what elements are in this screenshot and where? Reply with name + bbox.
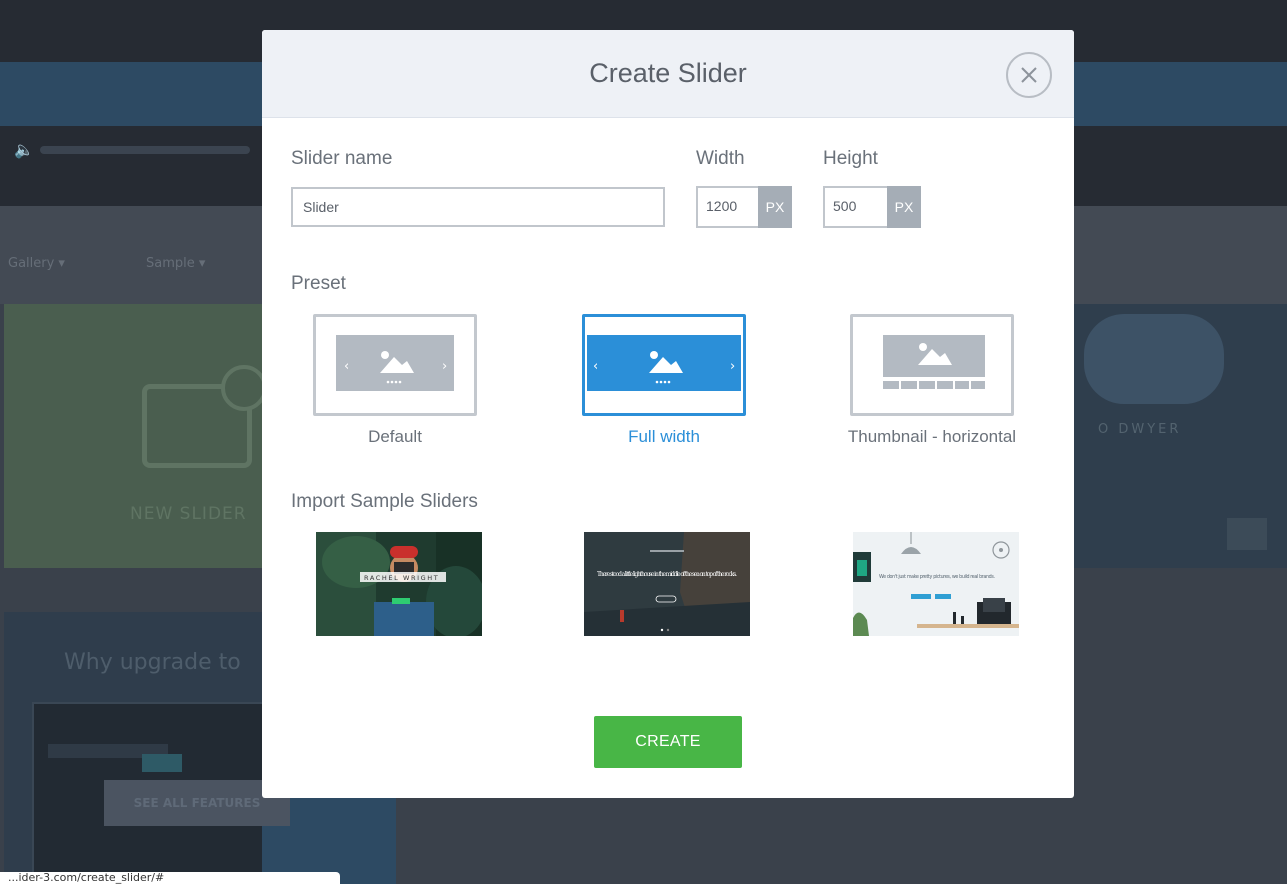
status-bar-url: ...ider-3.com/create_slider/# (0, 872, 340, 884)
width-input[interactable]: 1200 (696, 186, 760, 228)
slider-name-input[interactable]: Slider (291, 187, 665, 227)
upgrade-panel: Why upgrade to (4, 612, 362, 884)
height-input[interactable]: 500 (823, 186, 889, 228)
sample-slider-lighthouse-caption: There stood a little lighthouse in the m… (597, 571, 737, 578)
preset-full-width-label: Full width (628, 427, 700, 446)
preset-thumbnail-horizontal-label: Thumbnail - horizontal (847, 427, 1017, 446)
width-unit: PX (758, 186, 792, 228)
slider-name-label: Slider name (291, 148, 393, 169)
sample-slider-photographer-caption: RACHEL WRIGHT (364, 574, 439, 582)
height-label: Height (823, 148, 878, 169)
preset-default[interactable]: ‹ › (313, 314, 477, 416)
sample-slider-agency[interactable]: We don't just make pretty pictures, we b… (853, 532, 1019, 636)
sample-slider-agency-image: We don't just make pretty pictures, we b… (853, 532, 1019, 636)
create-slider-modal: Create Slider Slider name Slider Width 1… (262, 30, 1074, 798)
thumbnail-layout-icon (883, 335, 985, 389)
sample-slider-agency-caption: We don't just make pretty pictures, we b… (879, 574, 995, 580)
preset-full-width[interactable]: ‹ › (582, 314, 746, 416)
background-nav-item: Gallery ▾ (8, 256, 65, 271)
new-slider-label: NEW SLIDER (130, 504, 247, 524)
modal-header: Create Slider (262, 30, 1074, 118)
import-heading: Import Sample Sliders (291, 491, 478, 512)
create-button[interactable]: CREATE (594, 716, 742, 768)
add-image-icon (142, 365, 267, 468)
upgrade-title: Why upgrade to (64, 650, 241, 675)
svg-text:›: › (442, 359, 447, 374)
background-nav-item: Sample ▾ (146, 256, 206, 271)
sample-slider-photographer-image: RACHEL WRIGHT (316, 532, 482, 636)
height-unit: PX (887, 186, 921, 228)
preset-thumbnail-horizontal[interactable] (850, 314, 1014, 416)
modal-title: Create Slider (589, 58, 747, 88)
sample-slider-photographer[interactable]: RACHEL WRIGHT (316, 532, 482, 636)
close-icon (1021, 67, 1037, 83)
background-slider-tile: O DWYER (1074, 304, 1287, 568)
preset-default-label: Default (368, 427, 422, 446)
default-layout-icon: ‹ › (336, 335, 454, 391)
svg-text:‹: ‹ (344, 359, 349, 374)
speaker-icon: 🔈 (14, 140, 34, 159)
svg-text:‹: ‹ (593, 359, 598, 374)
preset-heading: Preset (291, 273, 346, 294)
background-slide-name: O DWYER (1098, 422, 1182, 437)
width-label: Width (696, 148, 745, 169)
sample-slider-lighthouse-image: There stood a little lighthouse in the m… (584, 532, 750, 636)
svg-text:›: › (730, 359, 735, 374)
full-width-layout-icon: ‹ › (587, 335, 741, 391)
new-slider-tile: NEW SLIDER (4, 304, 267, 568)
sample-slider-lighthouse[interactable]: There stood a little lighthouse in the m… (584, 532, 750, 636)
close-button[interactable] (1006, 52, 1052, 98)
